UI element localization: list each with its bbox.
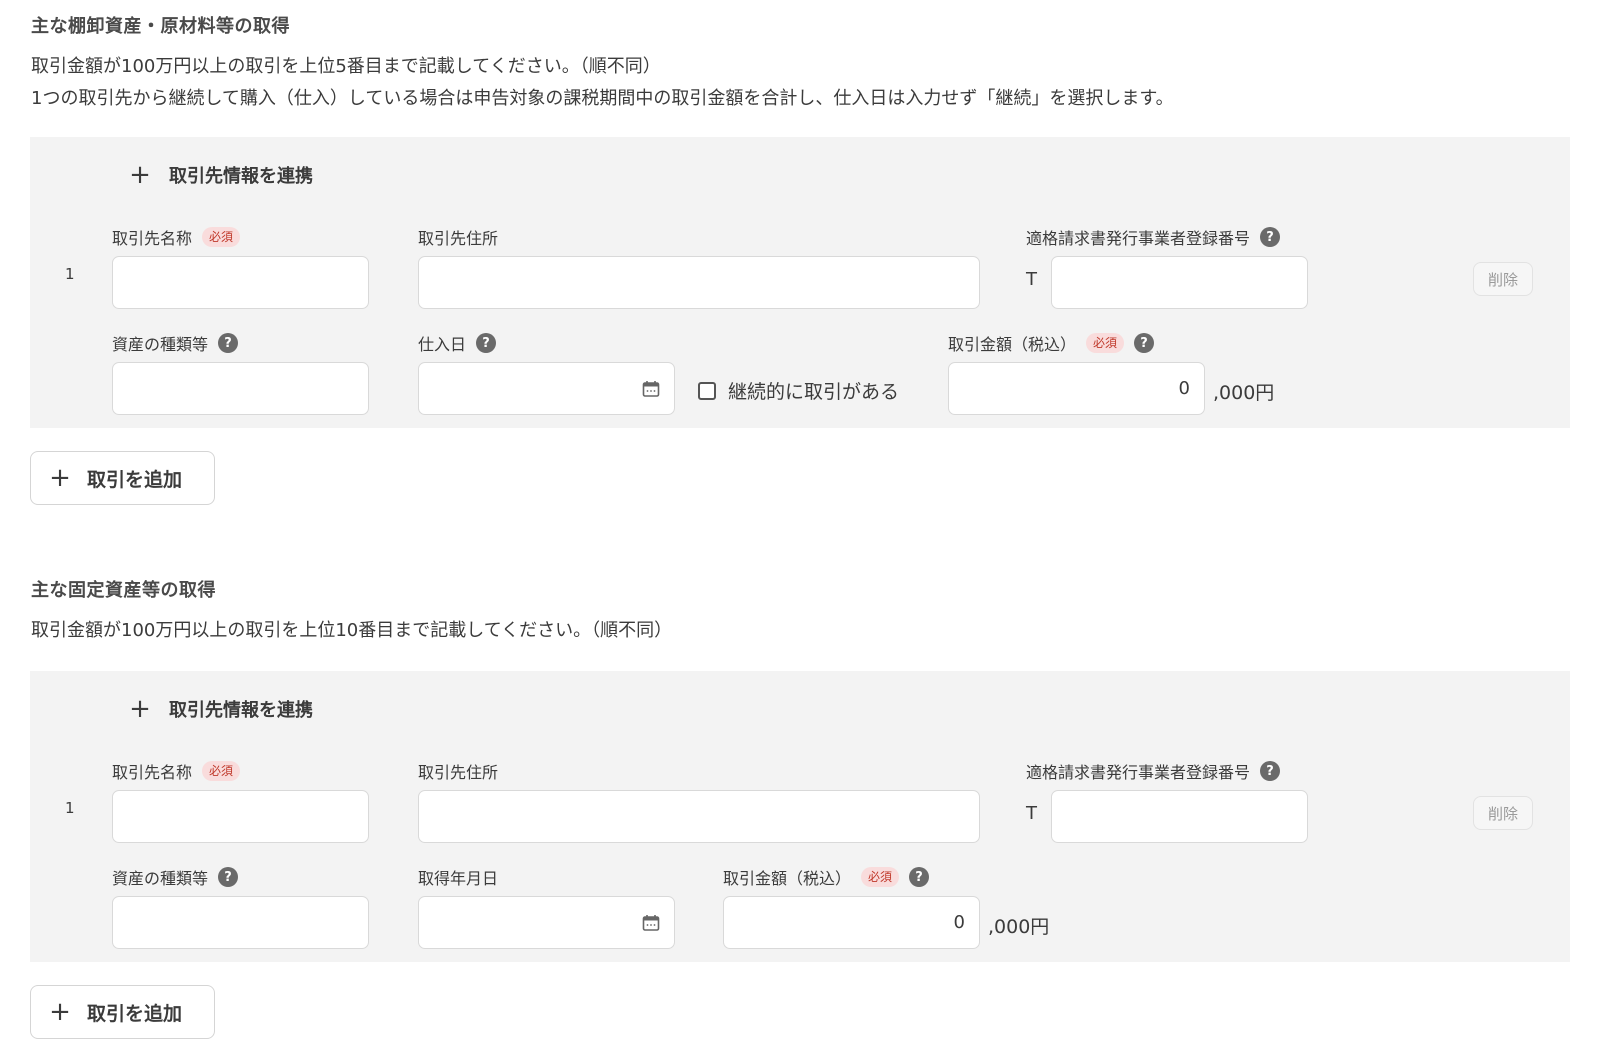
- calendar-icon[interactable]: [642, 914, 660, 932]
- acquisition-date-label: 取得年月日: [418, 869, 499, 888]
- amount-input[interactable]: [948, 362, 1205, 415]
- question-circle-icon[interactable]: ?: [1260, 227, 1281, 247]
- invoice-number-input[interactable]: [1051, 790, 1308, 843]
- row-number: 1: [65, 799, 75, 817]
- section2-panel: + 取引先情報を連携 取引先名称 必須 取引先住所 適格請求書発行事業者登録番号…: [30, 671, 1570, 962]
- asset-type-input[interactable]: [112, 362, 369, 415]
- required-badge: 必須: [861, 867, 900, 887]
- link-partner-info-button[interactable]: + 取引先情報を連携: [129, 693, 313, 725]
- required-badge: 必須: [202, 761, 241, 781]
- link-partner-info-label: 取引先情報を連携: [169, 166, 313, 187]
- partner-name-input[interactable]: [112, 256, 369, 309]
- row-number: 1: [65, 265, 75, 283]
- add-transaction-button[interactable]: + 取引を追加: [30, 985, 215, 1039]
- checkbox-box[interactable]: [698, 381, 716, 400]
- section1-desc-line2: 1つの取引先から継続して購入（仕入）している場合は申告対象の課税期間中の取引金額…: [31, 88, 1174, 109]
- plus-icon: +: [129, 160, 151, 190]
- section1-panel: + 取引先情報を連携 取引先名称 必須 取引先住所 適格請求書発行事業者登録番号…: [30, 137, 1570, 428]
- invoice-number-input[interactable]: [1051, 256, 1308, 309]
- partner-address-input[interactable]: [418, 256, 980, 309]
- required-badge: 必須: [1086, 333, 1125, 353]
- amount-input[interactable]: [723, 896, 980, 949]
- add-transaction-label: 取引を追加: [87, 468, 183, 491]
- link-partner-info-label: 取引先情報を連携: [169, 700, 313, 721]
- asset-type-label: 資産の種類等 ?: [112, 331, 239, 355]
- partner-address-label: 取引先住所: [418, 229, 499, 248]
- question-circle-icon[interactable]: ?: [218, 867, 239, 887]
- plus-icon: +: [49, 463, 71, 493]
- question-circle-icon[interactable]: ?: [1134, 333, 1155, 353]
- amount-label: 取引金額（税込） 必須 ?: [723, 865, 930, 889]
- required-badge: 必須: [202, 227, 241, 247]
- invoice-number-label: 適格請求書発行事業者登録番号 ?: [1026, 225, 1281, 249]
- invoice-number-label: 適格請求書発行事業者登録番号 ?: [1026, 759, 1281, 783]
- delete-button[interactable]: 削除: [1473, 796, 1533, 830]
- t-prefix: T: [1026, 803, 1037, 824]
- plus-icon: +: [49, 997, 71, 1027]
- calendar-icon[interactable]: [642, 380, 660, 398]
- amount-unit: ,000円: [988, 916, 1050, 938]
- partner-name-label: 取引先名称 必須: [112, 759, 241, 783]
- section2-desc-line1: 取引金額が100万円以上の取引を上位10番目まで記載してください。（順不同）: [31, 620, 673, 641]
- amount-unit: ,000円: [1213, 382, 1275, 404]
- amount-label: 取引金額（税込） 必須 ?: [948, 331, 1155, 355]
- question-circle-icon[interactable]: ?: [909, 867, 930, 887]
- section1-title: 主な棚卸資産・原材料等の取得: [31, 16, 290, 37]
- t-prefix: T: [1026, 269, 1037, 290]
- add-transaction-label: 取引を追加: [87, 1002, 183, 1025]
- partner-address-label: 取引先住所: [418, 763, 499, 782]
- delete-button[interactable]: 削除: [1473, 262, 1533, 296]
- partner-address-input[interactable]: [418, 790, 980, 843]
- question-circle-icon[interactable]: ?: [476, 333, 497, 353]
- asset-type-input[interactable]: [112, 896, 369, 949]
- partner-name-label: 取引先名称 必須: [112, 225, 241, 249]
- asset-type-label: 資産の種類等 ?: [112, 865, 239, 889]
- plus-icon: +: [129, 694, 151, 724]
- continuous-label: 継続的に取引がある: [728, 381, 900, 403]
- section2-title: 主な固定資産等の取得: [31, 580, 216, 601]
- link-partner-info-button[interactable]: + 取引先情報を連携: [129, 159, 313, 191]
- section1-desc-line1: 取引金額が100万円以上の取引を上位5番目まで記載してください。（順不同）: [31, 56, 661, 77]
- acquisition-date-input[interactable]: [418, 896, 675, 949]
- question-circle-icon[interactable]: ?: [218, 333, 239, 353]
- question-circle-icon[interactable]: ?: [1260, 761, 1281, 781]
- purchase-date-input[interactable]: [418, 362, 675, 415]
- partner-name-input[interactable]: [112, 790, 369, 843]
- add-transaction-button[interactable]: + 取引を追加: [30, 451, 215, 505]
- purchase-date-label: 仕入日 ?: [418, 331, 497, 355]
- continuous-checkbox[interactable]: 継続的に取引がある: [698, 377, 899, 404]
